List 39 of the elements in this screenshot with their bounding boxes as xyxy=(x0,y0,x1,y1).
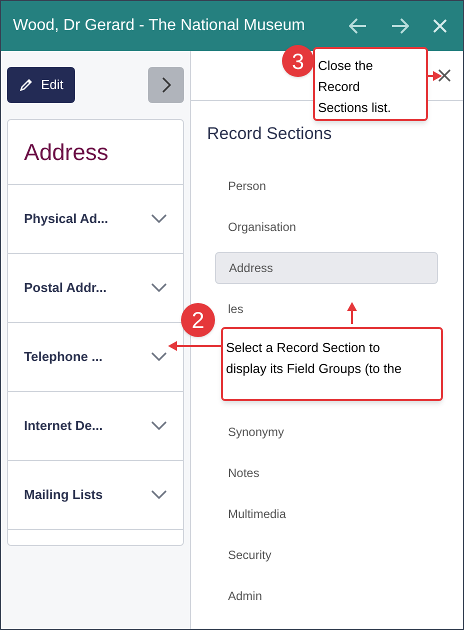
expand-button[interactable] xyxy=(148,67,184,103)
section-item[interactable]: Address xyxy=(215,252,438,284)
chevron-down-icon xyxy=(151,214,167,224)
chevron-down-icon xyxy=(151,283,167,293)
pointer-arrow xyxy=(168,340,221,352)
window-title: Wood, Dr Gerard - The National Museum xyxy=(13,16,306,36)
field-group-label: Mailing Lists xyxy=(24,486,104,504)
panel-title: Address xyxy=(24,138,108,167)
field-group-label: Telephone ... xyxy=(24,348,104,366)
forward-arrow-icon[interactable] xyxy=(391,18,409,34)
section-item[interactable]: Multimedia xyxy=(215,498,300,530)
section-item[interactable]: Person xyxy=(215,170,280,202)
callout-tooltip: Select a Record Section to display its Field Groups (to the xyxy=(221,327,443,401)
field-group-label: Internet De... xyxy=(24,417,104,436)
edit-button[interactable]: Edit xyxy=(7,67,76,103)
section-list-title: Record Sections xyxy=(207,124,332,143)
field-group-label: Postal Addr... xyxy=(24,279,108,298)
chevron-down-icon xyxy=(151,352,167,362)
section-item[interactable]: Organisation xyxy=(215,210,310,242)
close-icon[interactable] xyxy=(438,69,451,82)
pointer-arrow xyxy=(346,302,358,324)
section-item[interactable]: les xyxy=(215,292,256,324)
section-item[interactable]: Notes xyxy=(215,456,272,488)
back-arrow-icon[interactable] xyxy=(349,18,367,34)
field-group-row[interactable]: Physical Ad... xyxy=(8,185,183,254)
field-group-row[interactable]: Internet De... xyxy=(8,392,183,461)
pencil-icon xyxy=(19,78,33,92)
section-item[interactable]: Synonymy xyxy=(215,416,298,448)
callout-tooltip: Close the Record Sections list. xyxy=(313,47,428,121)
section-item[interactable]: Admin xyxy=(215,580,276,612)
step-badge: 2 xyxy=(181,303,215,337)
step-badge: 3 xyxy=(282,45,314,77)
chevron-down-icon xyxy=(151,421,167,431)
field-group-label: Physical Ad... xyxy=(24,210,110,228)
pointer-arrow xyxy=(428,70,442,82)
section-item[interactable]: Security xyxy=(215,538,284,570)
chevron-down-icon xyxy=(151,490,167,500)
chevron-right-icon xyxy=(161,77,171,93)
field-group-row[interactable]: Mailing Lists xyxy=(8,461,183,530)
